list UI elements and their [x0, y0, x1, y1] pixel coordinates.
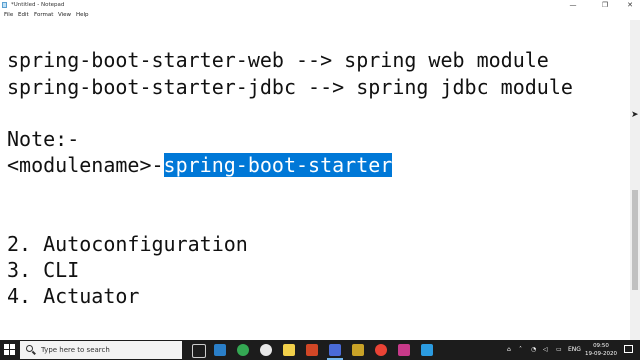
text-line-1: spring-boot-starter-web --> spring web m…: [7, 48, 549, 72]
powerpoint-icon[interactable]: [306, 344, 318, 356]
clock-date: 19-09-2020: [585, 351, 617, 357]
file-explorer-icon[interactable]: [352, 344, 364, 356]
settings-icon[interactable]: [398, 344, 410, 356]
vertical-scrollbar[interactable]: [630, 20, 640, 340]
mouse-cursor-icon: ➤: [631, 110, 639, 120]
clock-time: 09:50: [593, 343, 609, 349]
window-title: *Untitled - Notepad: [11, 2, 65, 8]
start-button[interactable]: [4, 344, 16, 356]
battery-icon[interactable]: ▭: [556, 340, 562, 360]
notepad-icon: [2, 2, 7, 8]
scrollbar-thumb[interactable]: [632, 190, 638, 290]
notepad-window: *Untitled - Notepad — ❐ ✕ File Edit Form…: [0, 0, 640, 340]
windows-logo-icon: [4, 344, 9, 349]
language-indicator[interactable]: ENG: [568, 340, 581, 360]
text-line-note: Note:-: [7, 127, 80, 151]
text-line-list-2: 2. Autoconfiguration: [7, 232, 248, 256]
search-icon: [26, 345, 33, 352]
menu-help[interactable]: Help: [76, 11, 89, 19]
menu-bar: File Edit Format View Help: [0, 10, 640, 20]
menu-view[interactable]: View: [58, 11, 71, 19]
maximize-button[interactable]: ❐: [595, 0, 615, 10]
volume-icon[interactable]: ◁: [543, 340, 548, 360]
notifications-icon[interactable]: [624, 345, 633, 353]
text-line-module: <modulename>-spring-boot-starter: [7, 152, 393, 178]
text-line-list-3: 3. CLI: [7, 258, 80, 282]
taskbar: Type here to search ⌂ ˄ ◔ ◁ ▭ ENG 09:50 …: [0, 340, 640, 360]
text-line-2: spring-boot-starter-jdbc --> spring jdbc…: [7, 75, 573, 99]
menu-edit[interactable]: Edit: [18, 11, 29, 19]
search-placeholder: Type here to search: [41, 346, 110, 354]
text-line-list-4: 4. Actuator: [7, 284, 140, 308]
chrome-icon-2[interactable]: [375, 344, 387, 356]
text-editor[interactable]: spring-boot-starter-web --> spring web m…: [0, 20, 630, 340]
wifi-icon[interactable]: ◔: [531, 340, 536, 360]
menu-file[interactable]: File: [4, 11, 13, 19]
vscode-icon[interactable]: [421, 344, 433, 356]
virtualbox-icon[interactable]: [214, 344, 226, 356]
notepad-taskbar-icon[interactable]: [329, 344, 341, 356]
clock[interactable]: 09:50 19-09-2020: [583, 342, 619, 358]
title-bar: *Untitled - Notepad — ❐ ✕: [0, 0, 640, 10]
text-module-prefix: <modulename>-: [7, 153, 164, 177]
menu-format[interactable]: Format: [34, 11, 53, 19]
task-view-icon[interactable]: [192, 344, 206, 358]
selected-text: spring-boot-starter: [163, 153, 393, 177]
close-button[interactable]: ✕: [620, 0, 640, 10]
chrome-icon[interactable]: [237, 344, 249, 356]
people-icon[interactable]: ⌂: [507, 340, 511, 360]
sticky-notes-icon[interactable]: [283, 344, 295, 356]
tray-overflow-icon[interactable]: ˄: [519, 340, 522, 360]
steam-icon[interactable]: [260, 344, 272, 356]
minimize-button[interactable]: —: [563, 0, 583, 10]
taskbar-search[interactable]: Type here to search: [20, 341, 182, 359]
